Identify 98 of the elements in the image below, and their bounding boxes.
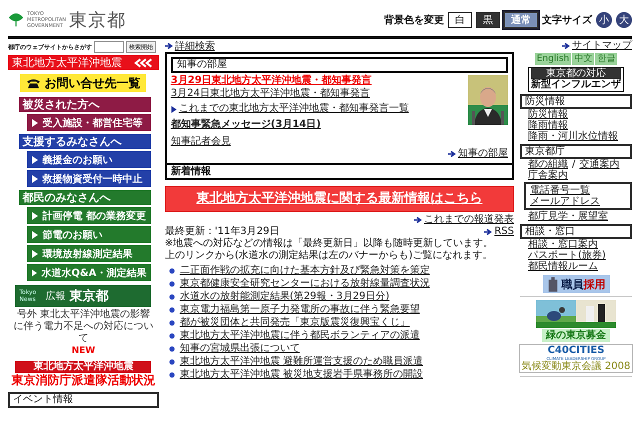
triangle-icon bbox=[32, 212, 38, 220]
news-link[interactable]: 都が被災団体と共同発売「東京版震災復興宝くじ」 bbox=[180, 316, 410, 329]
triangle-icon bbox=[32, 118, 38, 126]
menu-link[interactable]: 電話番号一覧 bbox=[530, 185, 590, 196]
triangle-icon bbox=[32, 268, 38, 276]
latest-info-banner[interactable]: 東北地方太平洋沖地震に関する最新情報はこちら bbox=[164, 186, 514, 212]
statement-list-link[interactable]: これまでの東北地方太平洋沖地震・都知事発言一覧 bbox=[178, 103, 409, 115]
banner-subtitle: 東北地方太平洋沖地震 bbox=[15, 361, 152, 373]
menu-link[interactable]: パスポート(旅券) bbox=[528, 250, 606, 261]
category-button[interactable]: 水道水Q&A・測定結果 bbox=[27, 264, 152, 281]
triangle-icon bbox=[32, 250, 38, 258]
governor-room-link[interactable]: 知事の部屋 bbox=[458, 148, 508, 160]
banner-title: C40CITIES bbox=[548, 345, 604, 356]
news-link[interactable]: 二正面作戦の拡充に向けた基本方針及び緊急対策を策定 bbox=[180, 264, 430, 277]
background-color-button[interactable]: 白 bbox=[448, 12, 472, 28]
menu-link[interactable]: 降雨・河川水位情報 bbox=[528, 131, 618, 142]
last-updated-text: 最終更新：'11年3月29日 bbox=[164, 226, 280, 238]
search-field[interactable] bbox=[94, 41, 124, 53]
rss-link[interactable]: RSS bbox=[494, 226, 514, 238]
triangle-icon bbox=[32, 174, 38, 182]
new-label: NEW bbox=[72, 345, 96, 357]
arrow-icon bbox=[164, 42, 173, 48]
arrow-icon bbox=[562, 43, 570, 49]
banner-title: 新型インフルエンザ bbox=[531, 79, 621, 91]
arrow-icon bbox=[414, 217, 422, 223]
category-button[interactable]: 環境放射線測定結果 bbox=[27, 245, 152, 262]
menu-link[interactable]: 降雨情報 bbox=[528, 120, 568, 131]
banner-subtitle: 東京都の対応 bbox=[531, 68, 621, 79]
section-header: 相談・窓口 bbox=[520, 224, 632, 239]
bullet-icon bbox=[168, 346, 175, 352]
sitemap-link[interactable]: サイトマップ bbox=[572, 40, 632, 52]
text-size-button[interactable]: 大 bbox=[616, 12, 632, 28]
news-link[interactable]: 水道水の放射能測定結果(第29報・3月29日分) bbox=[180, 290, 390, 303]
arrow-icon bbox=[448, 151, 456, 157]
advanced-search-link[interactable]: 詳細検索 bbox=[174, 38, 215, 52]
contact-list-button[interactable]: お問い合せ先一覧 bbox=[20, 74, 146, 92]
arrow-icon bbox=[484, 229, 492, 235]
notice-text: 上のリンクから(水道水の測定結果は左のバナーからも)ご覧になれます。 bbox=[164, 250, 494, 262]
recruitment-banner[interactable]: 職員採用 bbox=[542, 275, 610, 293]
text-size-button[interactable]: 小 bbox=[596, 12, 612, 28]
menu-link[interactable]: 相談・窓口案内 bbox=[528, 239, 598, 250]
influenza-banner[interactable]: 東京都の対応 新型インフルエンザ bbox=[528, 67, 624, 92]
category-button[interactable]: 節電のお願い bbox=[27, 226, 152, 243]
text-size-label: 文字サイズ bbox=[542, 13, 592, 27]
section-header: 防災情報 bbox=[520, 94, 632, 109]
section-header: 東京都庁 bbox=[520, 144, 632, 159]
triangle-icon bbox=[32, 156, 38, 164]
bullet-icon bbox=[168, 320, 175, 326]
banner-title: 職員採用 bbox=[562, 276, 606, 292]
news-link[interactable]: 東京都健康安全研究センターにおける放射線量調査状況 bbox=[180, 277, 430, 290]
menu-link[interactable]: 都庁見学・展望室 bbox=[528, 211, 608, 222]
category-button[interactable]: 救援物資受付一時中止 bbox=[27, 170, 152, 187]
donation-banner[interactable]: 緑の東京募金 bbox=[542, 329, 610, 342]
news-link[interactable]: 東北地方太平洋沖地震 避難所運営支援のため職員派遣 bbox=[180, 355, 423, 368]
message-link[interactable]: 都知事緊急メッセージ(3月14日) bbox=[170, 119, 321, 131]
disaster-bar[interactable]: 東北地方太平洋沖地震 bbox=[8, 55, 159, 70]
banner-title: 東京都 bbox=[69, 288, 108, 305]
chevron-icon bbox=[132, 58, 155, 68]
news-link[interactable]: 東京電力福島第一原子力発電所の事故に伴う緊急要望 bbox=[180, 303, 420, 316]
statement-link[interactable]: 3月29日東北地方太平洋沖地震・都知事発言 bbox=[170, 75, 372, 87]
news-link[interactable]: 東北地方太平洋沖地震 被災地支援岩手県事務所の開設 bbox=[180, 368, 423, 381]
news-link[interactable]: 知事の宮城県出張について bbox=[180, 342, 300, 355]
menu-link[interactable]: 交通案内 bbox=[579, 159, 620, 170]
triangle-icon bbox=[170, 106, 177, 112]
category-button[interactable]: 義援金のお願い bbox=[27, 151, 152, 168]
banner-caption: 気候変動東京会議 2008 bbox=[522, 361, 630, 372]
separator-text: / bbox=[572, 159, 576, 170]
news-link[interactable]: 東北地方太平洋沖地震に伴う都民ボランティアの派遣 bbox=[180, 329, 420, 342]
background-label: 背景色を変更 bbox=[384, 13, 444, 27]
bullet-icon bbox=[168, 332, 175, 338]
banner-subtitle: 広報 bbox=[45, 290, 66, 303]
panel-title: 知事の部屋 bbox=[170, 57, 508, 73]
banner-title: 東京消防庁派遣隊活動状況 bbox=[11, 373, 156, 388]
category-button[interactable]: 計画停電 都の業務変更 bbox=[27, 207, 152, 224]
section-header: イベント情報 bbox=[8, 392, 159, 408]
notice-text: ※地震への対応などの情報は「最終更新日」以降も随時更新しています。 bbox=[164, 238, 494, 250]
phone-icon bbox=[26, 78, 42, 88]
menu-link[interactable]: 庁舎案内 bbox=[528, 170, 568, 181]
bullet-icon bbox=[168, 358, 175, 364]
statement-link[interactable]: 3月24日東北地方太平洋沖地震・都知事発言 bbox=[170, 88, 370, 100]
bullet-icon bbox=[168, 372, 175, 378]
bullet-icon bbox=[168, 280, 175, 286]
section-header: 新着情報 bbox=[164, 165, 514, 180]
logo-text: 東京都 bbox=[68, 9, 126, 32]
press-archive-link[interactable]: これまでの報道発表 bbox=[424, 214, 514, 226]
bullet-icon bbox=[168, 306, 175, 312]
bullet-icon bbox=[168, 268, 175, 274]
notice-link[interactable]: 号外 東北太平洋沖地震の影響に伴う電力不足への対応について bbox=[13, 309, 154, 345]
menu-link[interactable]: 都民情報ルーム bbox=[528, 261, 598, 272]
triangle-icon bbox=[32, 230, 38, 238]
press-conference-link[interactable]: 知事記者会見 bbox=[170, 136, 231, 148]
menu-link[interactable]: 都の組織 bbox=[528, 159, 568, 170]
category-button[interactable]: 受入施設・都営住宅等 bbox=[27, 114, 152, 131]
ginkgo-leaf-icon bbox=[8, 12, 24, 28]
menu-link[interactable]: メールアドレス bbox=[530, 196, 600, 207]
bullet-icon bbox=[168, 294, 175, 300]
menu-link[interactable]: 防災情報 bbox=[528, 109, 568, 120]
background-color-button[interactable]: 黒 bbox=[476, 12, 500, 28]
